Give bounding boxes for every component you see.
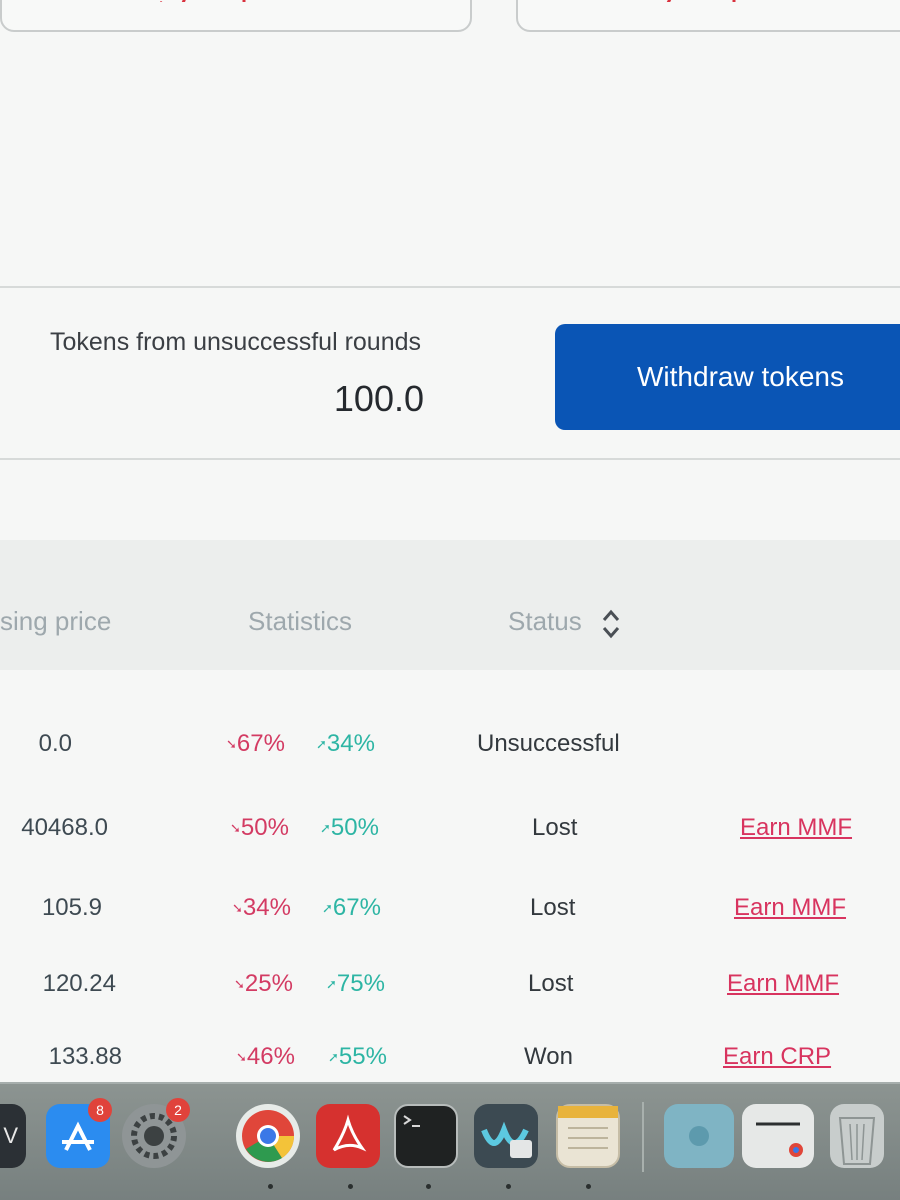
- top-card-right[interactable]: [516, 0, 900, 32]
- dock-separator: [642, 1102, 644, 1172]
- running-indicator: [268, 1184, 273, 1189]
- table-row: 105.9 ➘34% ➚67% Lost Earn MMF: [0, 894, 900, 944]
- app-store-icon[interactable]: 8: [46, 1098, 112, 1168]
- status-text: Lost: [532, 814, 578, 841]
- down-stat: ➘34%: [232, 894, 291, 921]
- down-stat: ➘25%: [234, 970, 293, 997]
- column-header-status[interactable]: Status: [508, 606, 582, 637]
- webex-icon[interactable]: [474, 1104, 538, 1168]
- running-indicator: [348, 1184, 353, 1189]
- status-text: Lost: [528, 970, 574, 997]
- running-indicator: [426, 1184, 431, 1189]
- webex-logo-icon: [481, 1121, 532, 1158]
- notes-icon[interactable]: [556, 1104, 620, 1168]
- up-stat: ➚67%: [322, 894, 381, 921]
- folder-icon: [689, 1126, 709, 1146]
- status-text: Unsuccessful: [477, 730, 620, 757]
- settings-badge: 2: [166, 1098, 190, 1122]
- tv-app-icon[interactable]: V: [0, 1104, 26, 1168]
- earn-link[interactable]: Earn MMF: [740, 814, 852, 842]
- closing-price: 0.0: [38, 730, 72, 757]
- status-text: Lost: [530, 894, 576, 921]
- system-settings-icon[interactable]: 2: [122, 1098, 190, 1168]
- column-header-closing-price[interactable]: sing price: [0, 606, 111, 637]
- closing-price: 105.9: [41, 894, 102, 921]
- up-stat: ➚34%: [316, 730, 375, 757]
- table-row: 0.0 ➘67% ➚34% Unsuccessful: [0, 730, 900, 780]
- earn-link[interactable]: Earn CRP: [723, 1043, 831, 1071]
- down-stat: ➘67%: [226, 730, 285, 757]
- trash-can-icon: [838, 1117, 876, 1165]
- top-card-left[interactable]: [0, 0, 472, 32]
- notepad-icon: [558, 1106, 618, 1149]
- app-store-badge: 8: [88, 1098, 112, 1122]
- dock: V 8 2: [0, 1082, 900, 1200]
- running-indicator: [506, 1184, 511, 1189]
- table-header-band: [0, 540, 900, 670]
- downloads-folder-icon[interactable]: [664, 1104, 734, 1168]
- section-divider: [0, 458, 900, 460]
- chrome-icon[interactable]: [236, 1104, 300, 1168]
- tokens-value: 100.0: [333, 378, 424, 419]
- table-row: 40468.0 ➘50% ➚50% Lost Earn MMF: [0, 814, 900, 864]
- chart-icon: [666, 0, 736, 2]
- earn-link[interactable]: Earn MMF: [734, 894, 846, 922]
- app-screen: Tokens from unsuccessful rounds 100.0 Wi…: [0, 0, 900, 1085]
- up-stat: ➚55%: [328, 1043, 387, 1070]
- chart-icon: [160, 0, 246, 2]
- up-stat: ➚75%: [326, 970, 385, 997]
- column-header-statistics: Statistics: [248, 606, 353, 636]
- terminal-icon[interactable]: [394, 1104, 458, 1168]
- terminal-prompt-icon: [403, 1115, 420, 1127]
- document-thumbnail-icon: [756, 1122, 803, 1157]
- chrome-logo-icon: [242, 1110, 295, 1162]
- table-row: 133.88 ➘46% ➚55% Won Earn CRP: [0, 1043, 900, 1085]
- trash-icon[interactable]: [830, 1104, 884, 1168]
- down-stat: ➘46%: [236, 1043, 295, 1070]
- tokens-label: Tokens from unsuccessful rounds: [50, 328, 422, 356]
- running-indicator: [586, 1184, 591, 1189]
- closing-price: 133.88: [48, 1043, 122, 1070]
- earn-link[interactable]: Earn MMF: [727, 970, 839, 998]
- down-stat: ➘50%: [230, 814, 289, 841]
- up-stat: ➚50%: [320, 814, 379, 841]
- sort-icon[interactable]: [600, 607, 622, 641]
- section-divider: [0, 286, 900, 288]
- recent-document-icon[interactable]: [742, 1104, 814, 1168]
- acrobat-icon[interactable]: [316, 1104, 380, 1168]
- closing-price: 120.24: [42, 970, 116, 997]
- withdraw-tokens-button[interactable]: Withdraw tokens: [555, 324, 900, 430]
- pdf-icon: [332, 1114, 367, 1152]
- table-row: 120.24 ➘25% ➚75% Lost Earn MMF: [0, 970, 900, 1020]
- closing-price: 40468.0: [21, 814, 108, 841]
- status-text: Won: [524, 1043, 573, 1070]
